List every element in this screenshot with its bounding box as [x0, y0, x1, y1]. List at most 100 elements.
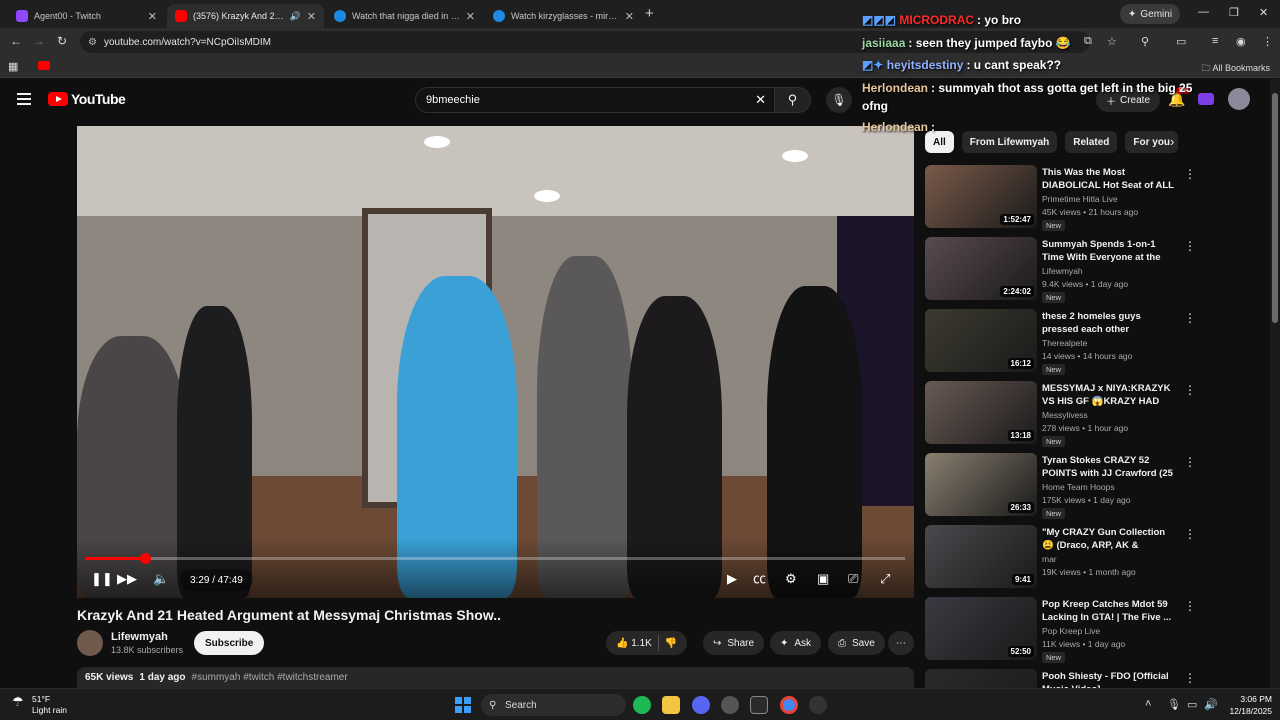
video-thumbnail[interactable]: 26:33 — [925, 453, 1037, 516]
system-clock[interactable]: 3:06 PM 12/18/2025 — [1224, 693, 1272, 717]
search-input[interactable]: 9bmeechie ✕ — [415, 87, 775, 113]
more-vert-icon[interactable]: ⋮ — [1184, 311, 1196, 325]
recommendation-channel[interactable]: Pop Kreep Live — [1042, 626, 1100, 636]
hashtags[interactable]: #summyah #twitch #twitchstreamer — [192, 672, 348, 686]
speaker-icon[interactable]: 🔊 — [290, 11, 301, 22]
tab-twitch[interactable]: Agent00 - Twitch ✕ — [8, 4, 165, 28]
tab-kick-1[interactable]: Watch that nigga died in gallery ✕ — [326, 4, 483, 28]
settings-gear-icon[interactable]: ⚙ — [785, 571, 797, 587]
media-controls-icon[interactable]: ≡ — [1212, 35, 1218, 47]
channel-avatar[interactable] — [77, 630, 103, 656]
voice-search-button[interactable]: 🎙 — [826, 87, 852, 113]
discord-icon[interactable] — [692, 696, 710, 714]
chevron-right-icon[interactable]: › — [1170, 134, 1174, 149]
video-thumbnail[interactable]: 2:24:02 — [925, 237, 1037, 300]
apps-grid-icon[interactable]: ▦ — [8, 60, 18, 73]
search-button[interactable]: ⚲ — [775, 87, 811, 113]
close-tab-icon[interactable]: ✕ — [148, 10, 157, 23]
video-thumbnail[interactable]: 52:50 — [925, 597, 1037, 660]
spotify-icon[interactable] — [633, 696, 651, 714]
recommendation-item[interactable]: 2:24:02 Summyah Spends 1-on-1 Time With E… — [925, 237, 1196, 303]
recommendation-channel[interactable]: Home Team Hoops — [1042, 482, 1115, 492]
all-bookmarks-link[interactable]: 🗀 All Bookmarks — [1201, 61, 1270, 77]
miniplayer-icon[interactable]: ▣ — [817, 571, 829, 587]
youtube-studio-icon[interactable] — [1198, 93, 1214, 105]
menu-hamburger-icon[interactable] — [17, 93, 31, 108]
recommendation-channel[interactable]: Messylivess — [1042, 410, 1088, 420]
address-bar[interactable]: ⚙ youtube.com/watch?v=NCpOiIsMDIM — [80, 31, 1090, 53]
recommendation-title[interactable]: MESSYMAJ x NIYA:KRAZYK VS HIS GF 😱KRAZY … — [1042, 382, 1174, 408]
account-avatar[interactable] — [1228, 88, 1250, 110]
next-video-icon[interactable]: ▶▶ — [117, 571, 137, 587]
video-thumbnail[interactable]: 1:52:47 — [925, 165, 1037, 228]
game-launcher-icon[interactable] — [721, 696, 739, 714]
more-vert-icon[interactable]: ⋮ — [1184, 671, 1196, 685]
recommendation-title[interactable]: This Was the Most DIABOLICAL Hot Seat of… — [1042, 166, 1174, 192]
video-player[interactable]: ❚❚ ▶▶ 🔈 3:29 / 47:49 ▶ ㏄ ⚙ ▣ ⎚ ⤢ — [77, 126, 914, 598]
recommendation-title[interactable]: Pop Kreep Catches Mdot 59 Lacking In GTA… — [1042, 598, 1174, 624]
save-button[interactable]: ⎙ Save — [828, 631, 885, 655]
minimize-icon[interactable]: — — [1198, 6, 1209, 18]
page-scrollbar[interactable] — [1270, 79, 1280, 688]
recommendation-channel[interactable]: Therealpete — [1042, 338, 1087, 348]
recommendation-item[interactable]: 13:18 MESSYMAJ x NIYA:KRAZYK VS HIS GF 😱K… — [925, 381, 1196, 447]
chip-from-channel[interactable]: From Lifewmyah — [961, 131, 1058, 153]
app-icon[interactable] — [809, 696, 827, 714]
video-thumbnail[interactable]: 9:41 — [925, 525, 1037, 588]
ask-button[interactable]: ✦ Ask — [770, 631, 822, 655]
install-app-icon[interactable]: ⧉ — [1084, 35, 1092, 48]
captions-icon[interactable]: ㏄ — [753, 568, 766, 587]
more-vert-icon[interactable]: ⋮ — [1184, 527, 1196, 541]
video-thumbnail[interactable]: 13:18 — [925, 381, 1037, 444]
epic-games-icon[interactable] — [750, 696, 768, 714]
close-window-icon[interactable]: ✕ — [1259, 6, 1268, 19]
more-vert-icon[interactable]: ⋮ — [1184, 455, 1196, 469]
progress-scrubber[interactable] — [139, 553, 151, 564]
reload-icon[interactable]: ↻ — [57, 34, 67, 48]
volume-tray-icon[interactable]: 🔊 — [1204, 698, 1218, 711]
scrollbar-thumb[interactable] — [1272, 93, 1278, 323]
recommendation-item[interactable]: 1:52:47 This Was the Most DIABOLICAL Hot … — [925, 165, 1196, 231]
channel-name[interactable]: Lifewmyah — [111, 631, 168, 643]
chrome-icon[interactable] — [780, 696, 798, 714]
create-button[interactable]: ＋ Create — [1096, 88, 1161, 112]
extensions-icon[interactable]: ⚲ — [1141, 35, 1149, 48]
network-icon[interactable]: ▭ — [1187, 698, 1197, 711]
site-info-icon[interactable]: ⚙ — [88, 37, 97, 48]
more-vert-icon[interactable]: ⋮ — [1184, 599, 1196, 613]
like-button[interactable]: 👍 1.1K — [616, 638, 652, 649]
tab-youtube[interactable]: (3576) Krazyk And 21 Heated 🔊 ✕ — [167, 4, 324, 28]
menu-dots-icon[interactable]: ⋮ — [1262, 35, 1273, 48]
start-windows-icon[interactable] — [455, 697, 471, 713]
progress-bar[interactable] — [85, 553, 905, 564]
recommendation-item[interactable]: 26:33 Tyran Stokes CRAZY 52 POINTS with J… — [925, 453, 1196, 519]
more-vert-icon[interactable]: ⋮ — [1184, 239, 1196, 253]
recommendation-item[interactable]: 9:41 "My CRAZY Gun Collection 😩 (Draco, A… — [925, 525, 1196, 591]
chip-all[interactable]: All — [925, 131, 954, 153]
chevron-up-icon[interactable]: ˄ — [1145, 698, 1151, 710]
fullscreen-icon[interactable]: ⤢ — [880, 571, 890, 587]
share-button[interactable]: ↪ Share — [703, 631, 765, 655]
dislike-button[interactable]: 👎 — [665, 638, 677, 649]
forward-icon[interactable]: → — [33, 34, 45, 48]
youtube-logo[interactable]: YouTube — [48, 91, 126, 107]
new-tab-icon[interactable]: + — [645, 5, 654, 22]
youtube-bookmark-icon[interactable] — [38, 61, 50, 70]
close-tab-icon[interactable]: ✕ — [307, 10, 316, 23]
recommendation-channel[interactable]: mar — [1042, 554, 1057, 564]
more-vert-icon[interactable]: ⋮ — [1184, 383, 1196, 397]
cast-icon[interactable]: ⎚ — [848, 571, 858, 587]
recommendation-title[interactable]: these 2 homeles guys pressed each other — [1042, 310, 1174, 336]
recommendation-item[interactable]: 52:50 Pop Kreep Catches Mdot 59 Lacking I… — [925, 597, 1196, 663]
recommendation-channel[interactable]: Lifewmyah — [1042, 266, 1083, 276]
recommendation-title[interactable]: Tyran Stokes CRAZY 52 POINTS with JJ Cra… — [1042, 454, 1174, 480]
file-explorer-icon[interactable] — [662, 696, 680, 714]
clear-search-icon[interactable]: ✕ — [755, 92, 766, 108]
pause-icon[interactable]: ❚❚ — [91, 571, 113, 587]
gemini-button[interactable]: ✦ Gemini — [1120, 4, 1181, 24]
restore-icon[interactable]: ❐ — [1229, 6, 1239, 19]
subscribe-button[interactable]: Subscribe — [194, 631, 265, 655]
recommendation-channel[interactable]: Primetime Hitla Live — [1042, 194, 1118, 204]
bookmark-star-icon[interactable]: ☆ — [1107, 35, 1117, 48]
taskbar-search[interactable]: ⚲ Search — [481, 694, 626, 716]
